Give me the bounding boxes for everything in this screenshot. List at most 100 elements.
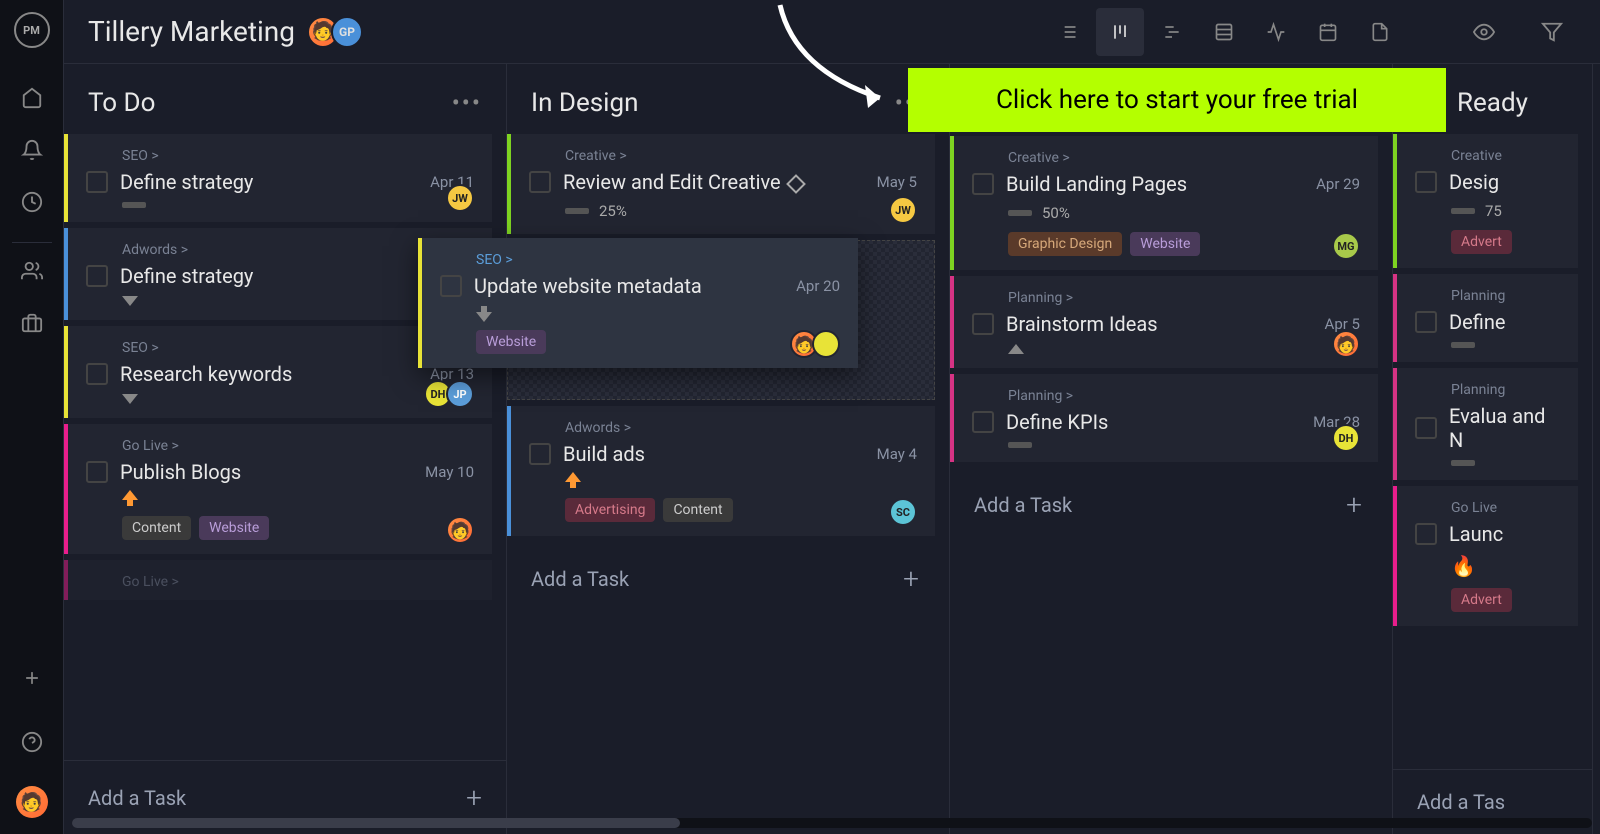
add-task-button[interactable]: Add a Task +	[950, 468, 1386, 541]
task-checkbox[interactable]	[529, 443, 551, 465]
dragging-task-card[interactable]: SEO > Update website metadata Apr 20 🧑 W…	[418, 238, 858, 368]
task-checkbox[interactable]	[86, 265, 108, 287]
assignee-avatar: MG	[1332, 232, 1360, 260]
add-icon[interactable]	[12, 658, 52, 698]
arrow-annotation	[760, 0, 920, 130]
column-title: In Design	[531, 88, 638, 118]
add-task-label: Add a Task	[88, 786, 186, 810]
priority-up-icon	[122, 492, 136, 506]
visibility-icon[interactable]	[1460, 8, 1508, 56]
scrollbar-thumb[interactable]	[72, 818, 680, 828]
card-date: May 4	[877, 445, 917, 463]
task-card[interactable]: Planning Define	[1393, 274, 1578, 362]
priority-down-icon	[122, 394, 138, 404]
gantt-view-tab[interactable]	[1148, 8, 1196, 56]
card-title: Build Landing Pages	[1006, 172, 1304, 196]
task-checkbox[interactable]	[440, 275, 462, 297]
list-view-tab[interactable]	[1044, 8, 1092, 56]
cta-banner[interactable]: Click here to start your free trial	[908, 68, 1446, 132]
task-checkbox[interactable]	[86, 171, 108, 193]
priority-low-icon	[1451, 460, 1475, 466]
project-title: Tillery Marketing	[88, 15, 295, 48]
team-icon[interactable]	[12, 251, 52, 291]
card-breadcrumb: Planning >	[1008, 290, 1360, 306]
task-card[interactable]: Creative > Build Landing Pages Apr 29 50…	[950, 136, 1378, 270]
view-tabs	[1044, 8, 1404, 56]
card-breadcrumb: Planning >	[1008, 388, 1360, 404]
priority-down-icon	[122, 296, 138, 306]
task-card[interactable]: Creative > Review and Edit Creative May …	[507, 134, 935, 234]
card-title: Review and Edit Creative	[563, 170, 865, 194]
task-checkbox[interactable]	[972, 173, 994, 195]
column-ready: Ready Creative Desig 75 Advert Planning	[1393, 64, 1593, 834]
add-task-label: Add a Task	[531, 567, 629, 591]
task-checkbox[interactable]	[1415, 311, 1437, 333]
assignee-avatar: 🧑	[1332, 330, 1360, 358]
task-card[interactable]: Planning Evalua and N	[1393, 368, 1578, 480]
home-icon[interactable]	[12, 78, 52, 118]
assignee-avatar: JW	[446, 184, 474, 212]
card-breadcrumb: SEO >	[122, 148, 474, 164]
card-title: Research keywords	[120, 362, 418, 386]
priority-low-icon	[1008, 442, 1032, 448]
task-checkbox[interactable]	[1415, 417, 1437, 439]
plus-icon: +	[903, 562, 919, 595]
member-avatars[interactable]: 🧑 GP	[315, 16, 363, 48]
task-card[interactable]: Adwords > Build ads May 4 SC Advertising…	[507, 406, 935, 536]
column-menu-icon[interactable]: •••	[452, 89, 482, 117]
card-title: Desig	[1449, 170, 1560, 194]
task-card[interactable]: Creative Desig 75 Advert	[1393, 134, 1578, 268]
task-card[interactable]: Go Live Launc 🔥 Advert	[1393, 486, 1578, 626]
add-task-label: Add a Task	[974, 493, 1072, 517]
task-card[interactable]: Go Live >	[64, 560, 492, 600]
horizontal-scrollbar[interactable]	[72, 818, 1592, 828]
filter-icon[interactable]	[1528, 8, 1576, 56]
add-task-button[interactable]: Add a Task +	[507, 542, 943, 615]
task-card[interactable]: SEO > Define strategy Apr 11 JW	[64, 134, 492, 222]
task-checkbox[interactable]	[972, 313, 994, 335]
task-card[interactable]: Go Live > Publish Blogs May 10 🧑 Content…	[64, 424, 492, 554]
task-checkbox[interactable]	[1415, 171, 1437, 193]
card-title: Update website metadata	[474, 274, 784, 298]
sheet-view-tab[interactable]	[1200, 8, 1248, 56]
assignee-avatar: 🧑	[446, 516, 474, 544]
tag: Advert	[1451, 230, 1512, 254]
tag: Website	[1130, 232, 1200, 256]
fire-icon: 🔥	[1451, 554, 1476, 578]
assignee-avatar: DH	[1332, 424, 1360, 452]
calendar-view-tab[interactable]	[1304, 8, 1352, 56]
tag: Content	[663, 498, 732, 522]
task-checkbox[interactable]	[972, 411, 994, 433]
board-view-tab[interactable]	[1096, 8, 1144, 56]
assignee-avatar: JW	[889, 196, 917, 224]
app-logo[interactable]: PM	[14, 12, 50, 48]
user-avatar[interactable]: 🧑	[16, 786, 48, 818]
help-icon[interactable]	[12, 722, 52, 762]
activity-view-tab[interactable]	[1252, 8, 1300, 56]
card-date: May 10	[425, 463, 474, 481]
card-breadcrumb: Go Live >	[122, 438, 474, 454]
priority-down-icon	[476, 306, 490, 320]
task-card[interactable]: Planning > Define KPIs Mar 28 DH	[950, 374, 1378, 462]
assignee-avatar	[812, 330, 840, 358]
recent-icon[interactable]	[12, 182, 52, 222]
task-checkbox[interactable]	[86, 363, 108, 385]
card-title: Publish Blogs	[120, 460, 413, 484]
card-breadcrumb: Adwords >	[565, 420, 917, 436]
task-checkbox[interactable]	[1415, 523, 1437, 545]
card-title: Launc	[1449, 522, 1560, 546]
tag: Website	[199, 516, 269, 540]
card-title: Define	[1449, 310, 1560, 334]
tag: Advert	[1451, 588, 1512, 612]
kanban-board: To Do ••• SEO > Define strategy Apr 11 J…	[64, 64, 1600, 834]
task-checkbox[interactable]	[86, 461, 108, 483]
task-checkbox[interactable]	[529, 171, 551, 193]
plus-icon: +	[466, 781, 482, 814]
card-title: Define KPIs	[1006, 410, 1301, 434]
card-date: Apr 20	[796, 277, 840, 295]
priority-low-icon	[1451, 342, 1475, 348]
briefcase-icon[interactable]	[12, 303, 52, 343]
files-view-tab[interactable]	[1356, 8, 1404, 56]
notifications-icon[interactable]	[12, 130, 52, 170]
task-card[interactable]: Planning > Brainstorm Ideas Apr 5 🧑	[950, 276, 1378, 368]
